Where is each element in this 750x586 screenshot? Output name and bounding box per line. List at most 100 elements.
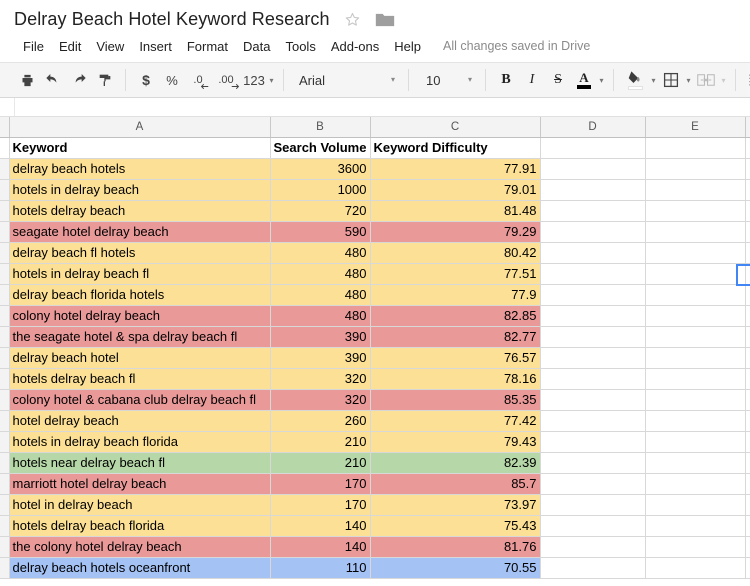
cell-difficulty[interactable]: 78.16 — [370, 368, 541, 390]
cell-empty[interactable] — [645, 452, 746, 474]
row-header[interactable] — [0, 473, 10, 495]
cell-difficulty[interactable]: 76.57 — [370, 347, 541, 369]
menu-item-format[interactable]: Format — [180, 37, 235, 56]
cell-empty[interactable] — [540, 389, 646, 411]
cell-keyword[interactable]: delray beach florida hotels — [9, 284, 271, 306]
cell-difficulty[interactable]: 73.97 — [370, 494, 541, 516]
cell-volume[interactable]: 390 — [270, 326, 371, 348]
cell-volume[interactable]: 480 — [270, 263, 371, 285]
name-box[interactable] — [0, 98, 15, 116]
cell-empty[interactable] — [645, 242, 746, 264]
cell-volume[interactable]: 720 — [270, 200, 371, 222]
text-color-button[interactable]: A — [571, 67, 597, 93]
menu-item-insert[interactable]: Insert — [132, 37, 179, 56]
borders-icon[interactable] — [658, 67, 684, 93]
cell-empty[interactable] — [540, 515, 646, 537]
cell-empty[interactable] — [745, 179, 750, 201]
cell-keyword[interactable]: the seagate hotel & spa delray beach fl — [9, 326, 271, 348]
cell-empty[interactable] — [645, 368, 746, 390]
cell-volume-header[interactable]: Search Volume — [270, 137, 371, 159]
cell-empty[interactable] — [745, 410, 750, 432]
redo-icon[interactable] — [66, 67, 92, 93]
document-title[interactable]: Delray Beach Hotel Keyword Research — [14, 9, 330, 30]
table-row[interactable]: hotels near delray beach fl 210 82.39 — [0, 452, 750, 474]
cell-empty[interactable] — [745, 242, 750, 264]
cell-empty[interactable] — [745, 368, 750, 390]
cell-difficulty[interactable]: 81.48 — [370, 200, 541, 222]
table-row[interactable]: the seagate hotel & spa delray beach fl 3… — [0, 326, 750, 348]
column-header-a[interactable]: A — [9, 117, 271, 138]
cell-empty[interactable] — [540, 284, 646, 306]
cell-keyword[interactable]: delray beach hotels oceanfront — [9, 557, 271, 579]
cell-empty[interactable] — [540, 452, 646, 474]
cell-difficulty[interactable]: 77.51 — [370, 263, 541, 285]
cell-empty[interactable] — [745, 389, 750, 411]
currency-format-button[interactable]: $ — [133, 67, 159, 93]
table-row[interactable]: seagate hotel delray beach 590 79.29 — [0, 221, 750, 243]
cell-difficulty[interactable]: 70.55 — [370, 557, 541, 579]
row-header[interactable] — [0, 158, 10, 180]
cell-empty[interactable] — [645, 284, 746, 306]
cell-keyword[interactable]: seagate hotel delray beach — [9, 221, 271, 243]
table-row[interactable]: hotels delray beach florida 140 75.43 — [0, 515, 750, 537]
star-outline-icon[interactable] — [344, 11, 361, 28]
text-color-chevron-down-icon[interactable]: ▾ — [597, 67, 606, 93]
table-row[interactable]: hotels delray beach fl 320 78.16 — [0, 368, 750, 390]
cell-empty[interactable] — [745, 515, 750, 537]
table-row[interactable]: colony hotel delray beach 480 82.85 — [0, 305, 750, 327]
cell-empty[interactable] — [540, 410, 646, 432]
cell-empty[interactable] — [645, 200, 746, 222]
menu-item-view[interactable]: View — [89, 37, 131, 56]
cell-empty[interactable] — [540, 431, 646, 453]
cell-difficulty[interactable]: 79.01 — [370, 179, 541, 201]
cell-empty[interactable] — [745, 494, 750, 516]
cell-empty[interactable] — [645, 305, 746, 327]
row-header[interactable] — [0, 536, 10, 558]
table-row[interactable]: marriott hotel delray beach 170 85.7 — [0, 473, 750, 495]
strikethrough-button[interactable]: S — [545, 67, 571, 93]
cell-empty[interactable] — [645, 410, 746, 432]
cell-empty[interactable] — [645, 158, 746, 180]
cell-keyword[interactable]: hotels delray beach florida — [9, 515, 271, 537]
cell-volume[interactable]: 480 — [270, 305, 371, 327]
cell-empty[interactable] — [645, 389, 746, 411]
row-header[interactable] — [0, 137, 10, 159]
cell-empty[interactable] — [745, 347, 750, 369]
cell-empty[interactable] — [645, 494, 746, 516]
cell-empty[interactable] — [540, 200, 646, 222]
cell-difficulty[interactable]: 82.77 — [370, 326, 541, 348]
fill-color-chevron-down-icon[interactable]: ▾ — [649, 67, 658, 93]
column-header-d[interactable]: D — [540, 117, 646, 138]
font-family-select[interactable]: Arial ▾ — [291, 67, 401, 93]
merge-cells-chevron-down-icon[interactable]: ▾ — [719, 67, 728, 93]
cell-keyword[interactable]: colony hotel delray beach — [9, 305, 271, 327]
cell-empty[interactable] — [745, 431, 750, 453]
spreadsheet-grid[interactable]: A B C D E Keyword Search Volume Keyword … — [0, 117, 750, 581]
cell-keyword[interactable]: delray beach hotel — [9, 347, 271, 369]
cell-empty[interactable] — [540, 494, 646, 516]
cell-volume[interactable]: 170 — [270, 494, 371, 516]
row-header[interactable] — [0, 410, 10, 432]
cell-difficulty[interactable]: 82.39 — [370, 452, 541, 474]
table-row[interactable]: hotels in delray beach florida 210 79.43 — [0, 431, 750, 453]
cell-empty[interactable] — [645, 326, 746, 348]
row-header[interactable] — [0, 368, 10, 390]
fill-color-icon[interactable] — [621, 67, 649, 93]
cell-empty[interactable] — [645, 179, 746, 201]
cell-empty[interactable] — [540, 536, 646, 558]
menu-item-tools[interactable]: Tools — [278, 37, 322, 56]
cell-empty[interactable] — [540, 263, 646, 285]
row-header[interactable] — [0, 389, 10, 411]
table-row[interactable]: hotel delray beach 260 77.42 — [0, 410, 750, 432]
cell-keyword-header[interactable]: Keyword — [9, 137, 271, 159]
number-format-button[interactable]: 123 — [241, 67, 267, 93]
cell-empty[interactable] — [745, 557, 750, 579]
paint-format-icon[interactable] — [92, 67, 118, 93]
menu-item-data[interactable]: Data — [236, 37, 277, 56]
cell-empty[interactable] — [645, 263, 746, 285]
corner-select-all-button[interactable] — [0, 117, 10, 138]
cell-volume[interactable]: 3600 — [270, 158, 371, 180]
menu-item-file[interactable]: File — [16, 37, 51, 56]
cell-empty[interactable] — [540, 221, 646, 243]
cell-volume[interactable]: 170 — [270, 473, 371, 495]
